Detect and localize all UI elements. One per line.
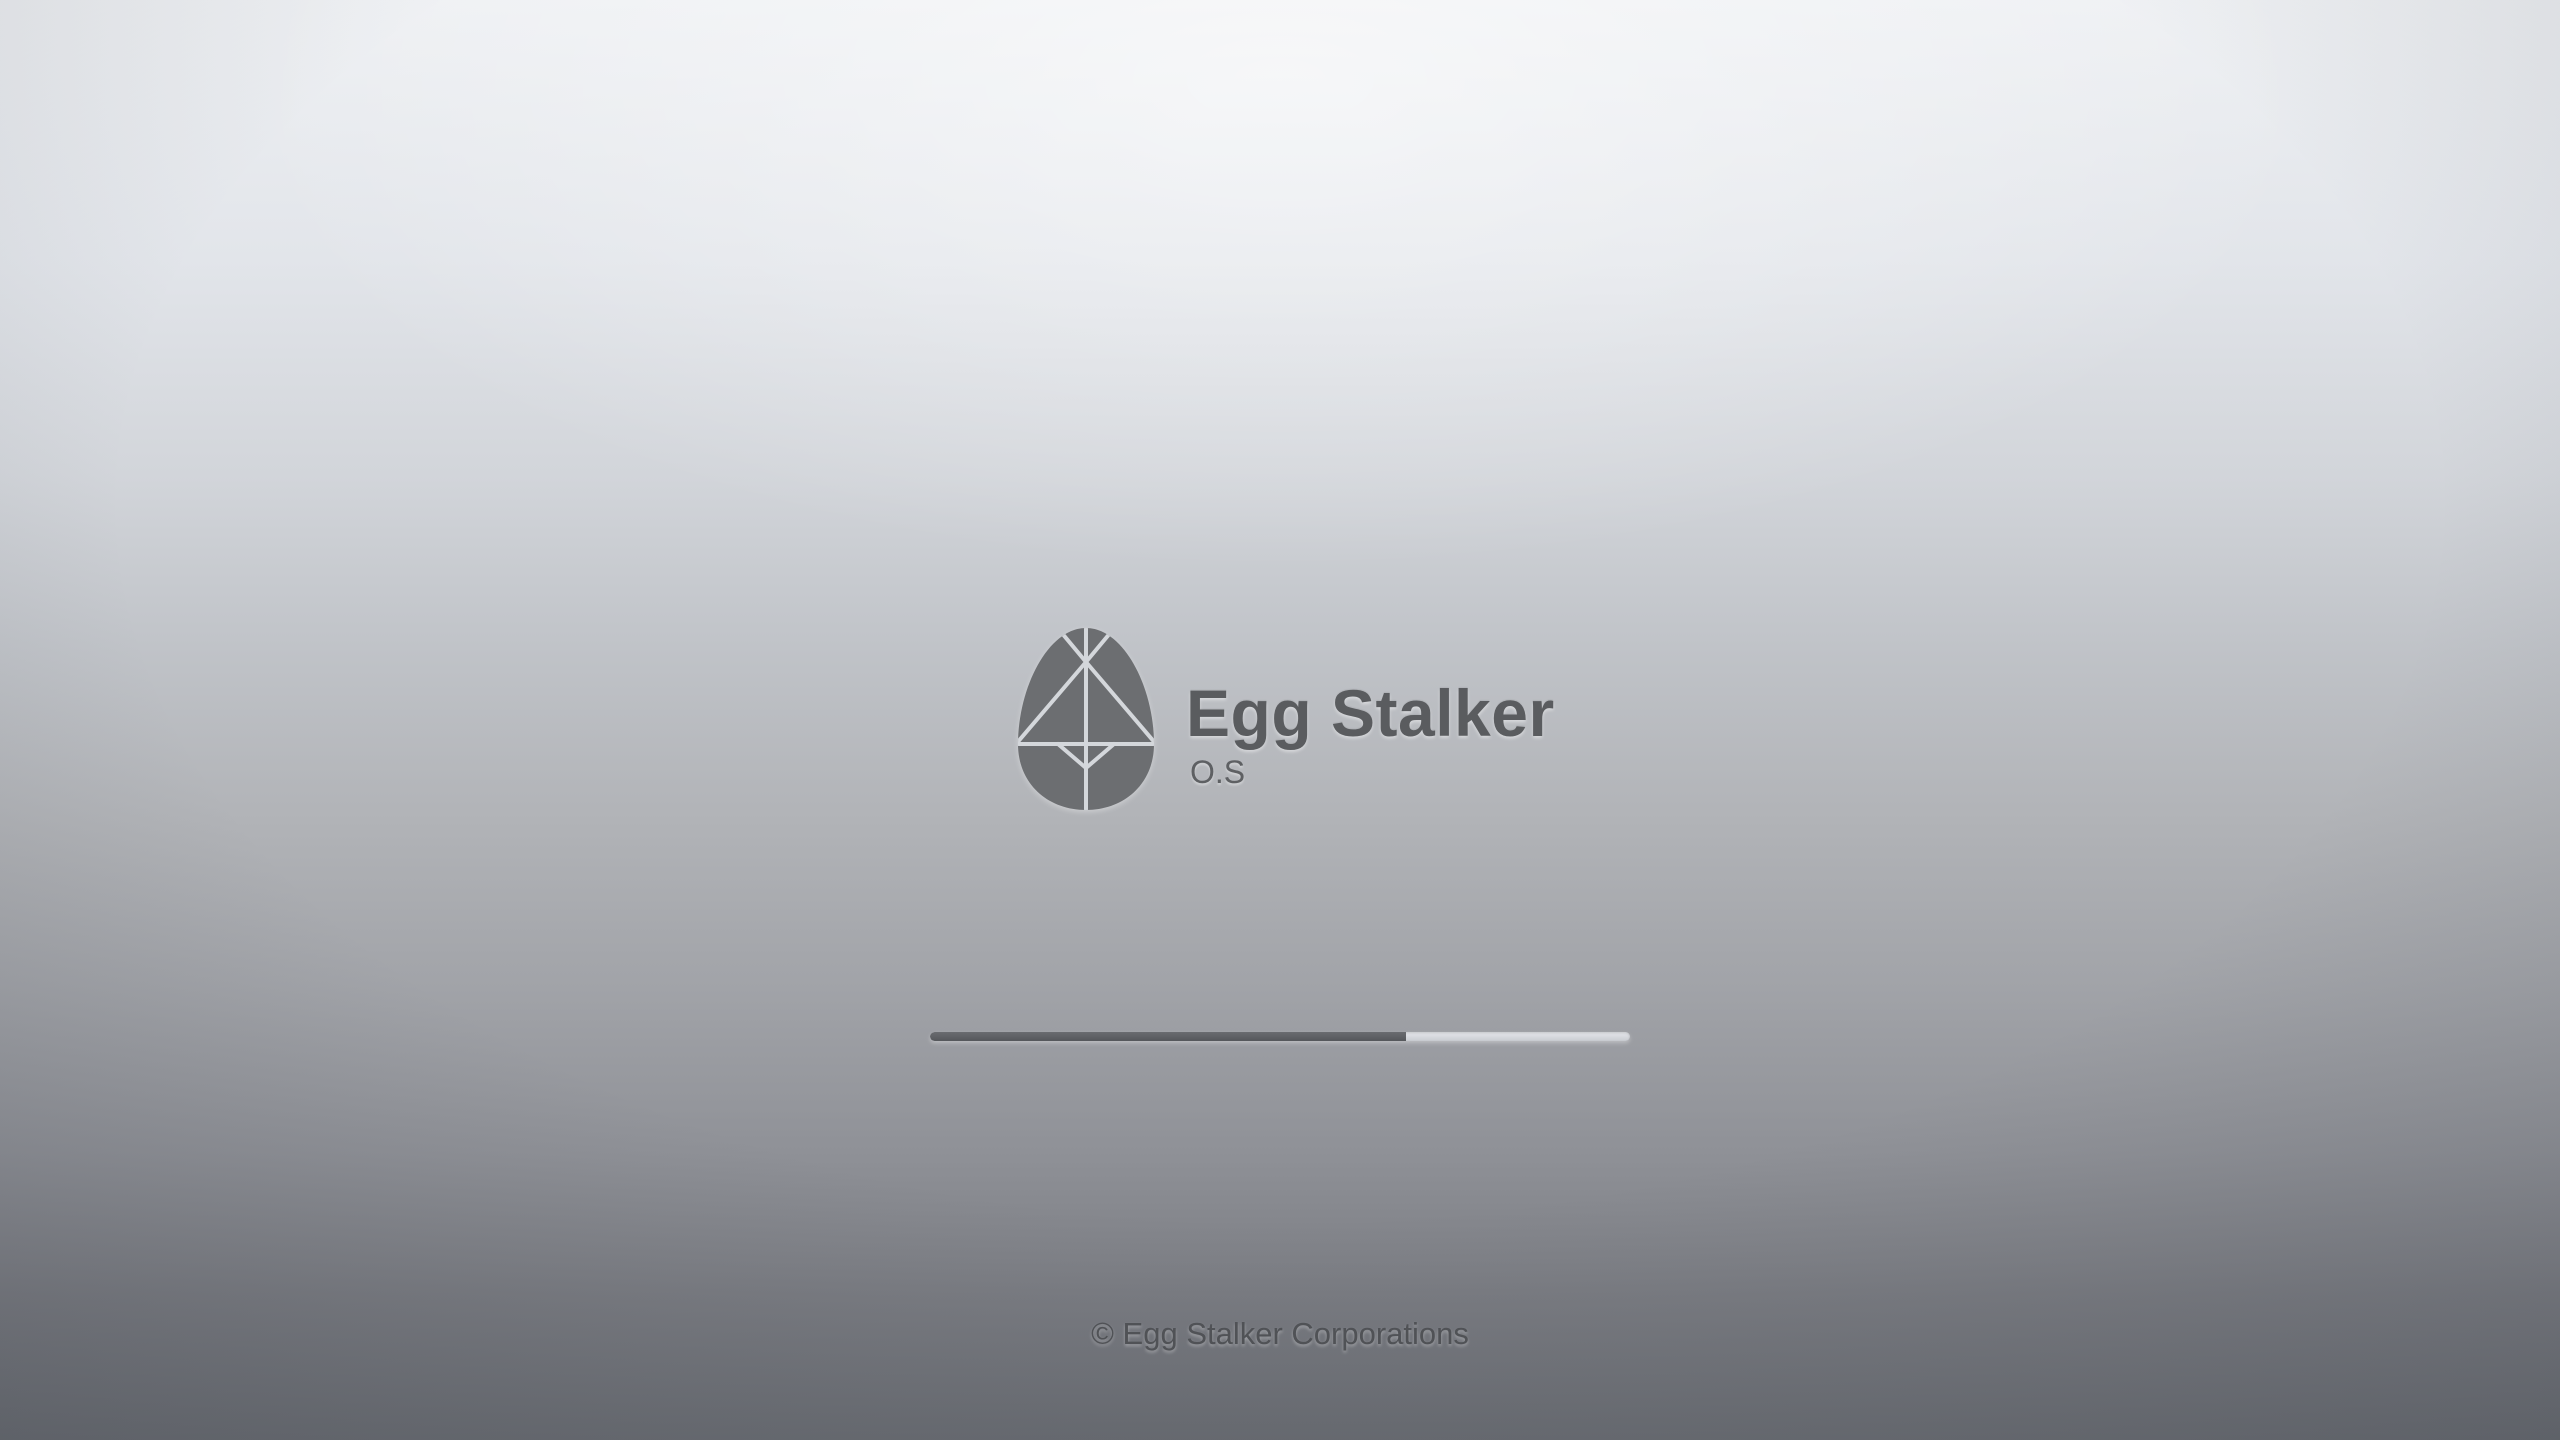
product-subtitle: O.S [1190,754,1246,790]
product-title: Egg Stalker [1186,676,1555,750]
boot-progress-fill [930,1032,1406,1041]
brand-lockup: Egg Stalker O.S [1016,626,1555,812]
egg-logo-icon [1018,628,1154,810]
copyright-text: © Egg Stalker Corporations [1091,1316,1469,1351]
brand-text: Egg Stalker O.S [1186,680,1555,788]
boot-progress-bar [930,1032,1630,1041]
